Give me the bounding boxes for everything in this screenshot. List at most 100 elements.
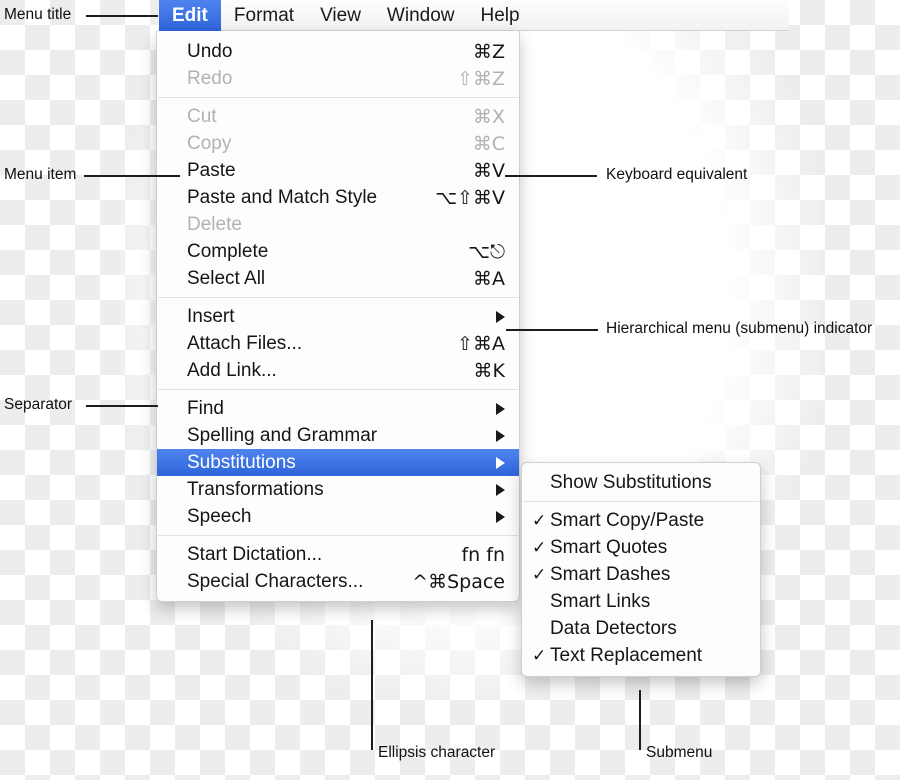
menu-item-label: Complete [187, 240, 269, 262]
menu-item-label: Special Characters... [187, 570, 364, 592]
menu-item-label: Start Dictation... [187, 543, 323, 565]
checkmark-icon: ✓ [532, 510, 547, 531]
menu-item-shortcut: ⌘A [473, 267, 505, 290]
menu-item-shortcut: ⇧⌘A [457, 332, 505, 355]
menu-item-transformations[interactable]: Transformations [157, 476, 519, 503]
annotation-menu-title: Menu title [4, 6, 72, 23]
annotation-keyboard-equivalent: Keyboard equivalent [606, 166, 748, 183]
submenu-item-smart-links[interactable]: Smart Links [522, 588, 760, 615]
menu-item-delete: Delete [157, 211, 519, 238]
menu-item-undo[interactable]: Undo ⌘Z [157, 38, 519, 65]
menu-separator [158, 535, 518, 536]
menu-item-label: Attach Files... [187, 332, 303, 354]
leader-hierarchical-indicator [506, 329, 598, 331]
menu-item-label: Paste and Match Style [187, 186, 378, 208]
submenu-item-label: Smart Links [550, 590, 651, 612]
edit-menu-dropdown: Undo ⌘Z Redo ⇧⌘Z Cut ⌘X Copy ⌘C Paste ⌘V Paste and… [156, 31, 520, 602]
menu-item-label: Add Link... [187, 359, 277, 381]
submenu-separator [523, 501, 759, 502]
annotation-separator: Separator [4, 396, 73, 413]
menu-item-label: Paste [187, 159, 236, 181]
menu-separator [158, 97, 518, 98]
checkmark-icon: ✓ [532, 537, 547, 558]
menu-item-shortcut: ⌘C [472, 132, 505, 155]
leader-keyboard-equivalent [505, 175, 597, 177]
menu-item-label: Find [187, 397, 224, 419]
submenu-item-show-substitutions[interactable]: Show Substitutions [522, 469, 760, 496]
menu-item-find[interactable]: Find [157, 395, 519, 422]
menu-item-spelling-and-grammar[interactable]: Spelling and Grammar [157, 422, 519, 449]
submenu-item-data-detectors[interactable]: Data Detectors [522, 615, 760, 642]
menu-item-shortcut: ⇧⌘Z [457, 67, 505, 90]
menu-item-add-link[interactable]: Add Link... ⌘K [157, 357, 519, 384]
menu-item-label: Select All [187, 267, 266, 289]
submenu-arrow-icon [496, 456, 505, 469]
menu-item-label: Substitutions [187, 451, 296, 473]
submenu-item-label: Show Substitutions [550, 471, 712, 493]
submenu-item-text-replacement[interactable]: ✓ Text Replacement [522, 642, 760, 669]
menubar-item-help[interactable]: Help [468, 0, 533, 31]
submenu-item-label: Smart Copy/Paste [550, 509, 705, 531]
checkmark-icon: ✓ [532, 645, 547, 666]
menu-item-start-dictation[interactable]: Start Dictation... fn fn [157, 541, 519, 568]
menu-item-shortcut: fn fn [461, 543, 505, 566]
menu-item-label: Delete [187, 213, 242, 235]
annotation-submenu: Submenu [646, 744, 713, 761]
menubar-item-format[interactable]: Format [221, 0, 307, 31]
menu-item-copy: Copy ⌘C [157, 130, 519, 157]
menu-item-redo: Redo ⇧⌘Z [157, 65, 519, 92]
menu-item-label: Insert [187, 305, 235, 327]
menu-item-label: Redo [187, 67, 233, 89]
menu-separator [158, 389, 518, 390]
menubar-item-window[interactable]: Window [374, 0, 468, 31]
submenu-item-smart-quotes[interactable]: ✓ Smart Quotes [522, 534, 760, 561]
menu-item-shortcut: ⌥⇧⌘V [435, 186, 505, 209]
submenu-arrow-icon [496, 402, 505, 415]
menu-item-insert[interactable]: Insert [157, 303, 519, 330]
submenu-item-smart-dashes[interactable]: ✓ Smart Dashes [522, 561, 760, 588]
menu-separator [158, 297, 518, 298]
menu-item-label: Copy [187, 132, 232, 154]
submenu-arrow-icon [496, 483, 505, 496]
menubar-item-edit[interactable]: Edit [159, 0, 221, 31]
menubar-item-view[interactable]: View [307, 0, 374, 31]
submenu-item-label: Text Replacement [550, 644, 703, 666]
leader-submenu [639, 690, 641, 750]
annotation-ellipsis: Ellipsis character [378, 744, 496, 761]
menu-item-speech[interactable]: Speech [157, 503, 519, 530]
menu-item-attach-files[interactable]: Attach Files... ⇧⌘A [157, 330, 519, 357]
menu-item-label: Undo [187, 40, 233, 62]
menu-item-shortcut: ⌘V [473, 159, 505, 182]
leader-ellipsis [371, 620, 373, 750]
checkmark-icon: ✓ [532, 564, 547, 585]
annotation-hierarchical-indicator: Hierarchical menu (submenu) indicator [606, 320, 873, 337]
menu-item-paste[interactable]: Paste ⌘V [157, 157, 519, 184]
menu-item-paste-and-match-style[interactable]: Paste and Match Style ⌥⇧⌘V [157, 184, 519, 211]
menu-item-shortcut: ⌘Z [472, 40, 505, 63]
menu-item-label: Spelling and Grammar [187, 424, 378, 446]
submenu-arrow-icon [496, 310, 505, 323]
submenu-item-label: Smart Quotes [550, 536, 668, 558]
menu-item-shortcut: ^⌘Space [412, 570, 505, 593]
submenu-arrow-icon [496, 510, 505, 523]
leader-menu-title [86, 15, 158, 17]
submenu-arrow-icon [496, 429, 505, 442]
leader-menu-item [84, 175, 180, 177]
annotation-menu-item: Menu item [4, 166, 77, 183]
leader-separator [86, 405, 158, 407]
submenu-item-label: Data Detectors [550, 617, 677, 639]
menu-item-select-all[interactable]: Select All ⌘A [157, 265, 519, 292]
menu-item-complete[interactable]: Complete ⌥⎋ [157, 238, 519, 265]
substitutions-submenu: Show Substitutions ✓ Smart Copy/Paste ✓ Smar… [521, 462, 761, 677]
menu-item-label: Transformations [187, 478, 324, 500]
menu-bar: Edit Format View Window Help [159, 0, 789, 31]
menu-item-shortcut: ⌥⎋ [468, 240, 505, 263]
menu-item-shortcut: ⌘X [472, 105, 505, 128]
menu-item-special-characters[interactable]: Special Characters... ^⌘Space [157, 568, 519, 595]
menu-item-label: Speech [187, 505, 252, 527]
menu-item-cut: Cut ⌘X [157, 103, 519, 130]
submenu-item-smart-copy-paste[interactable]: ✓ Smart Copy/Paste [522, 507, 760, 534]
menu-item-substitutions[interactable]: Substitutions [157, 449, 519, 476]
menu-item-shortcut: ⌘K [473, 359, 505, 382]
menu-item-label: Cut [187, 105, 217, 127]
